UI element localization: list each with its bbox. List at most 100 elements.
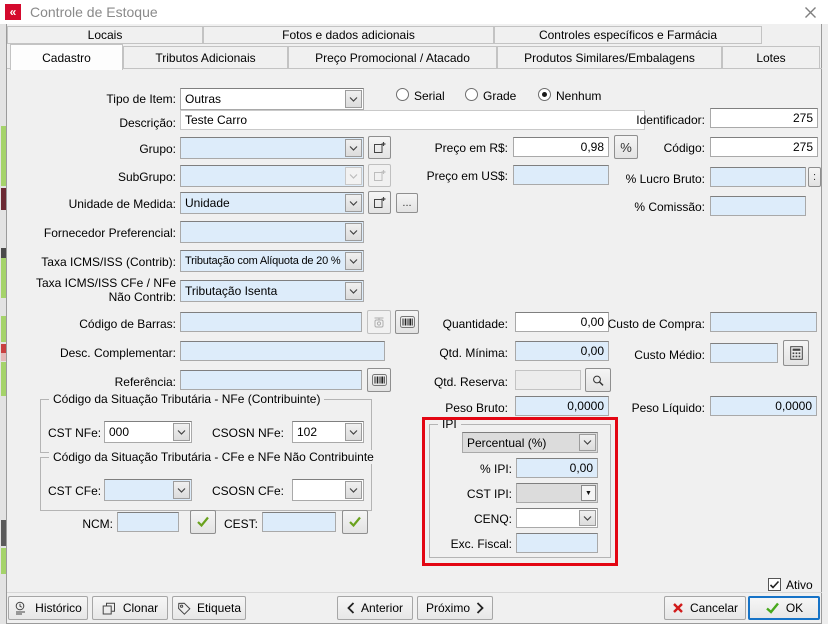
custo-medio-input[interactable] (710, 343, 778, 363)
unidade-value: Unidade (185, 196, 230, 210)
tab-produtos-similares[interactable]: Produtos Similares/Embalagens (497, 46, 722, 69)
cst-ipi-select[interactable]: ▼ (516, 483, 598, 503)
ipi-mode-select[interactable]: Percentual (%) (462, 432, 598, 453)
tab-lotes[interactable]: Lotes (722, 46, 820, 69)
chevron-down-icon[interactable] (345, 223, 362, 241)
preco-rs-input[interactable]: 0,98 (513, 137, 609, 157)
chevron-down-icon[interactable] (579, 510, 596, 526)
radio-nenhum[interactable] (538, 88, 551, 101)
cancelar-button[interactable]: Cancelar (664, 596, 746, 620)
referencia-input[interactable] (180, 370, 362, 390)
cod-barras-input[interactable] (180, 312, 362, 332)
custo-compra-input[interactable] (710, 312, 817, 332)
ncm-validate-button[interactable] (190, 510, 216, 534)
identificador-value: 275 (793, 111, 813, 125)
radio-grade[interactable] (465, 88, 478, 101)
cst-nfe-select[interactable]: 000 (104, 421, 192, 443)
preco-uss-label: Preço em US$: (418, 169, 508, 183)
chevron-down-icon[interactable] (579, 434, 596, 451)
chevron-down-icon[interactable] (345, 481, 362, 499)
chevron-down-icon[interactable] (173, 481, 190, 499)
tab-tributos-adicionais[interactable]: Tributos Adicionais (123, 46, 288, 69)
taxa-icms-cfe-select[interactable]: Tributação Isenta (180, 280, 364, 302)
grupo-select[interactable] (180, 137, 364, 159)
ncm-input[interactable] (117, 512, 179, 532)
codigo-input[interactable]: 275 (710, 137, 818, 157)
tab-controles-farmacia[interactable]: Controles específicos e Farmácia (494, 26, 762, 44)
taxa-icms-label: Taxa ICMS/ISS (Contrib): (26, 255, 176, 269)
cst-cfe-select[interactable] (104, 479, 192, 501)
qtd-minima-input[interactable]: 0,00 (515, 341, 609, 361)
ativo-checkbox[interactable] (768, 578, 781, 591)
custo-medio-label: Custo Médio: (615, 348, 705, 362)
taxa-icms-cfe-value: Tributação Isenta (185, 284, 277, 298)
exc-fiscal-input[interactable] (516, 533, 598, 553)
taxa-icms-cfe-label: Taxa ICMS/ISS CFe / NFe Não Contrib: (26, 276, 176, 304)
referencia-barcode-button[interactable] (367, 368, 391, 392)
tab-cadastro[interactable]: Cadastro (10, 44, 123, 70)
add-grupo-button[interactable] (368, 136, 391, 159)
chevron-down-icon[interactable] (345, 194, 362, 212)
ok-button[interactable]: OK (748, 596, 820, 620)
subgrupo-select[interactable] (180, 165, 364, 187)
chevron-down-icon[interactable] (345, 252, 362, 270)
tipo-item-select[interactable]: Outras (180, 88, 364, 110)
tag-icon (177, 602, 191, 615)
cenq-select[interactable] (516, 508, 598, 528)
percent-calc-button[interactable]: % (614, 135, 638, 159)
tab-preco-promocional[interactable]: Preço Promocional / Atacado (288, 46, 497, 69)
taxa-icms-select[interactable]: Tributação com Alíquota de 20 % (180, 250, 364, 272)
chevron-down-icon[interactable] (173, 423, 190, 441)
tab-fotos-dados[interactable]: Fotos e dados adicionais (203, 26, 494, 44)
lucro-bruto-more-button[interactable]: : (808, 167, 821, 187)
reserva-search-button[interactable] (585, 368, 611, 392)
app-icon-glyph: « (10, 6, 17, 18)
cest-input[interactable] (262, 512, 336, 532)
unidade-more-button[interactable]: ... (396, 193, 418, 213)
preco-uss-input[interactable] (513, 165, 609, 185)
csosn-nfe-select[interactable]: 102 (292, 421, 364, 443)
custo-compra-label: Custo de Compra: (595, 317, 705, 331)
clonar-button[interactable]: Clonar (92, 596, 168, 620)
tab-locais[interactable]: Locais (7, 26, 203, 44)
proximo-button[interactable]: Próximo (417, 596, 493, 620)
historico-button[interactable]: Histórico (8, 596, 88, 620)
csosn-cfe-select[interactable] (292, 479, 364, 501)
peso-liquido-label: Peso Líquido: (615, 401, 705, 415)
button-label: Próximo (426, 601, 470, 615)
history-icon (14, 601, 29, 615)
barcode-button[interactable] (395, 310, 419, 334)
add-subgrupo-button (368, 164, 391, 187)
calculator-button[interactable] (783, 340, 809, 366)
descricao-input[interactable]: Teste Carro (180, 110, 645, 130)
chevron-down-icon[interactable] (345, 139, 362, 157)
qtd-minima-value: 0,00 (581, 344, 604, 358)
comissao-input[interactable] (710, 196, 806, 216)
peso-bruto-value: 0,0000 (567, 399, 604, 413)
dropdown-arrow-icon[interactable]: ▼ (581, 485, 596, 501)
peso-bruto-input[interactable]: 0,0000 (515, 396, 609, 416)
subgrupo-label: SubGrupo: (96, 170, 176, 184)
peso-liquido-input[interactable]: 0,0000 (710, 396, 817, 416)
fornecedor-select[interactable] (180, 221, 364, 243)
codigo-label: Código: (645, 141, 705, 155)
chevron-down-icon[interactable] (345, 423, 362, 441)
unidade-select[interactable]: Unidade (180, 192, 364, 214)
radio-nenhum-label: Nenhum (556, 89, 601, 103)
close-icon[interactable] (803, 5, 818, 20)
cest-validate-button[interactable] (342, 510, 368, 534)
chevron-down-icon[interactable] (345, 90, 362, 108)
identificador-input[interactable]: 275 (710, 108, 818, 128)
chevron-down-icon[interactable] (345, 282, 362, 300)
radio-serial[interactable] (396, 88, 409, 101)
etiqueta-button[interactable]: Etiqueta (172, 596, 246, 620)
button-label: Cancelar (690, 601, 738, 615)
anterior-button[interactable]: Anterior (337, 596, 413, 620)
cst-ipi-label: CST IPI: (452, 487, 512, 501)
desc-compl-input[interactable] (180, 341, 385, 361)
search-icon (591, 374, 605, 387)
lucro-bruto-input[interactable] (710, 167, 806, 187)
grupo-label: Grupo: (116, 142, 176, 156)
add-unidade-button[interactable] (368, 191, 391, 214)
ipi-pct-input[interactable]: 0,00 (516, 458, 598, 478)
